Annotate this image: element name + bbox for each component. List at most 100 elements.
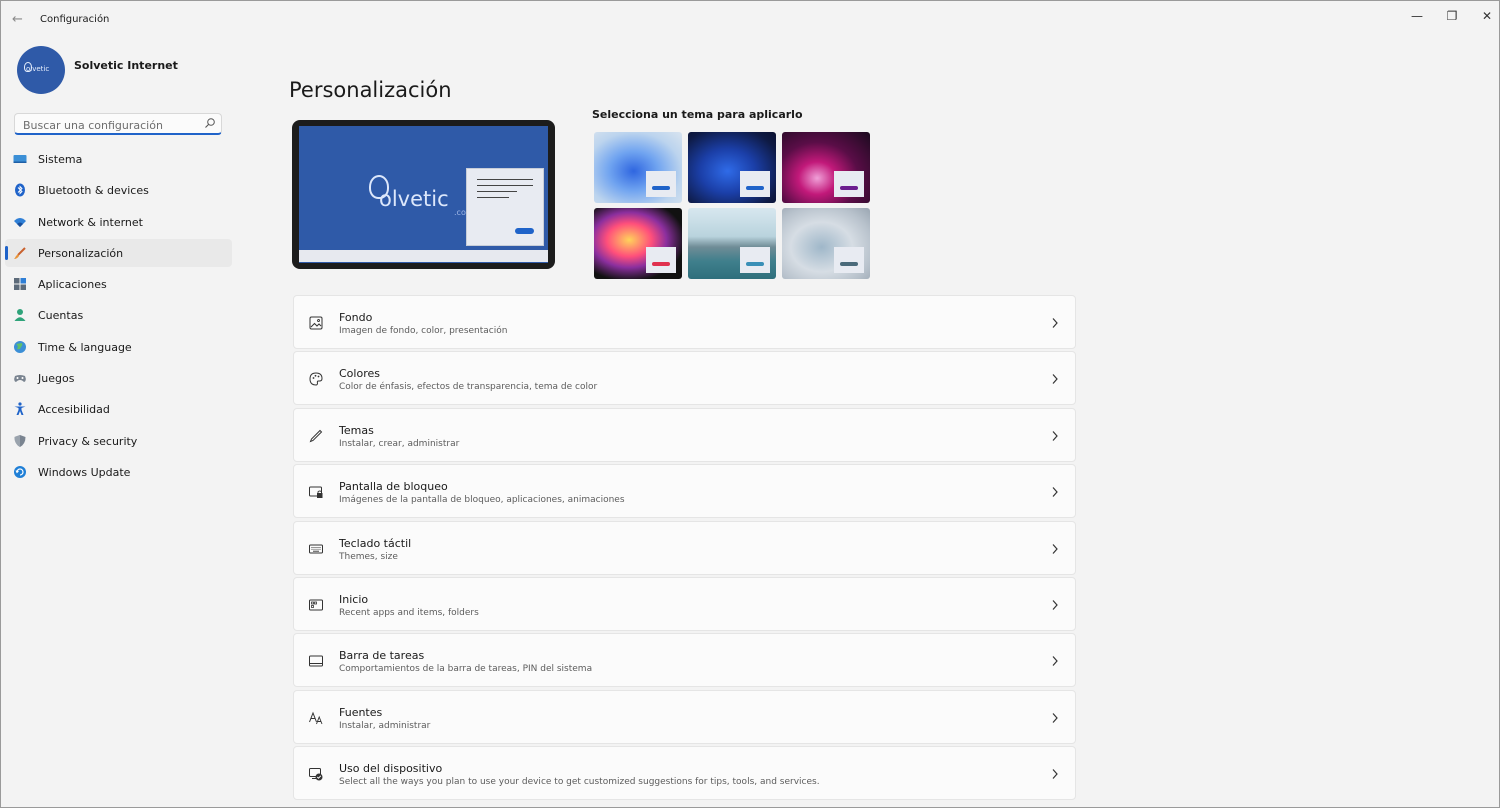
theme-card	[646, 247, 676, 273]
theme-flow[interactable]	[782, 208, 870, 279]
page-title: Personalización	[289, 78, 452, 103]
preview-line	[477, 191, 517, 192]
lock-screen-icon	[309, 486, 323, 499]
setting-title: Colores	[339, 367, 380, 381]
sidebar-item-bluetooth[interactable]: Bluetooth & devices	[5, 176, 232, 204]
sidebar-item-label: Personalización	[38, 246, 124, 260]
setting-subtitle: Themes, size	[339, 551, 398, 562]
theme-card	[740, 171, 770, 197]
setting-subtitle: Color de énfasis, efectos de transparenc…	[339, 382, 598, 393]
minimize-button[interactable]: —	[1401, 7, 1433, 25]
sidebar-item-label: Accesibilidad	[38, 403, 110, 417]
sidebar-item-label: Network & internet	[38, 215, 143, 229]
setting-title: Fuentes	[339, 705, 383, 719]
preview-taskbar	[299, 250, 548, 262]
sidebar-item-windows-update[interactable]: Windows Update	[5, 458, 232, 486]
bluetooth-icon	[15, 183, 25, 197]
preview-line	[477, 179, 533, 180]
theme-accent-bar	[652, 262, 670, 266]
person-icon	[14, 309, 26, 322]
sidebar-item-label: Windows Update	[38, 465, 131, 479]
setting-subtitle: Imagen de fondo, color, presentación	[339, 326, 508, 336]
chevron-right-icon	[1052, 543, 1058, 554]
setting-row-fuentes[interactable]: Fuentes Instalar, administrar	[293, 689, 1076, 744]
setting-row-colores[interactable]: Colores Color de énfasis, efectos de tra…	[293, 351, 1076, 406]
theme-light-bloom[interactable]	[594, 132, 682, 203]
setting-row-temas[interactable]: Temas Instalar, crear, administrar	[293, 407, 1076, 462]
close-button[interactable]: ✕	[1471, 7, 1499, 25]
preview-line	[477, 197, 509, 198]
sidebar-item-sistema[interactable]: Sistema	[5, 145, 232, 173]
title-bar: ← Configuración — ❐ ✕	[1, 1, 1499, 39]
setting-row-barra-tareas[interactable]: Barra de tareas Comportamientos de la ba…	[293, 633, 1076, 688]
themes-label: Selecciona un tema para aplicarlo	[592, 108, 803, 121]
theme-sunrise-lake[interactable]	[688, 208, 776, 279]
sidebar-item-juegos[interactable]: Juegos	[5, 364, 232, 392]
sidebar-item-time-language[interactable]: Time & language	[5, 333, 232, 361]
sidebar-item-label: Privacy & security	[38, 434, 138, 448]
theme-accent-bar	[652, 186, 670, 190]
chevron-right-icon	[1052, 430, 1058, 441]
keyboard-icon	[309, 544, 323, 554]
setting-row-fondo[interactable]: Fondo Imagen de fondo, color, presentaci…	[293, 295, 1076, 349]
chevron-right-icon	[1052, 374, 1058, 385]
sidebar-item-privacy[interactable]: Privacy & security	[5, 427, 232, 455]
preview-brand: olvetic	[379, 187, 449, 211]
theme-preview: olvetic .co	[292, 120, 555, 269]
monitor-icon	[13, 155, 27, 163]
theme-accent-bar	[746, 186, 764, 190]
globe-clock-icon	[14, 340, 26, 353]
image-icon	[309, 316, 323, 330]
sidebar-item-network[interactable]: Network & internet	[5, 208, 232, 236]
themes-grid	[593, 131, 873, 281]
sidebar-item-label: Juegos	[38, 372, 75, 386]
setting-row-teclado-tactil[interactable]: Teclado táctil Themes, size	[293, 520, 1076, 575]
avatar[interactable]: olvetic	[17, 46, 65, 94]
chevron-right-icon	[1052, 656, 1058, 667]
maximize-button[interactable]: ❐	[1436, 7, 1468, 25]
settings-list: Fondo Imagen de fondo, color, presentaci…	[293, 295, 1076, 803]
sidebar-item-aplicaciones[interactable]: Aplicaciones	[5, 270, 232, 298]
taskbar-icon	[309, 655, 323, 667]
setting-row-inicio[interactable]: Inicio Recent apps and items, folders	[293, 576, 1076, 631]
back-arrow-icon[interactable]: ←	[12, 13, 28, 27]
sidebar-item-label: Sistema	[38, 153, 83, 166]
theme-card	[834, 247, 864, 273]
setting-row-uso-dispositivo[interactable]: Uso del dispositivo Select all the ways …	[293, 746, 1076, 801]
setting-title: Inicio	[339, 592, 369, 606]
pen-icon	[309, 429, 323, 443]
sidebar-item-accesibilidad[interactable]: Accesibilidad	[5, 395, 232, 423]
fonts-icon	[309, 711, 323, 724]
sidebar-item-label: Aplicaciones	[38, 278, 107, 292]
theme-accent-bar	[746, 262, 764, 266]
setting-title: Temas	[339, 423, 374, 437]
search-icon[interactable]	[204, 117, 216, 129]
sidebar-item-label: Time & language	[38, 340, 132, 354]
theme-card	[834, 171, 864, 197]
gamepad-icon	[14, 375, 26, 383]
sidebar-item-label: Bluetooth & devices	[38, 184, 149, 198]
shield-icon	[14, 434, 26, 447]
sidebar-item-personalizacion[interactable]: Personalización	[5, 238, 232, 267]
setting-subtitle: Instalar, administrar	[339, 720, 431, 731]
start-icon	[309, 599, 323, 611]
settings-window: ← Configuración — ❐ ✕ olvetic Solvetic I…	[0, 0, 1500, 808]
setting-row-pantalla-bloqueo[interactable]: Pantalla de bloqueo Imágenes de la panta…	[293, 464, 1076, 519]
update-icon	[14, 465, 26, 478]
theme-card	[646, 171, 676, 197]
accessibility-icon	[14, 402, 26, 416]
search-input[interactable]	[21, 116, 205, 134]
chevron-right-icon	[1052, 318, 1058, 328]
sidebar-item-cuentas[interactable]: Cuentas	[5, 301, 232, 329]
theme-glow[interactable]	[782, 132, 870, 203]
setting-title: Pantalla de bloqueo	[339, 480, 448, 494]
theme-accent-bar	[840, 186, 858, 190]
theme-captured-motion[interactable]	[594, 208, 682, 279]
setting-title: Barra de tareas	[339, 649, 425, 663]
device-usage-icon	[309, 768, 323, 781]
chevron-right-icon	[1052, 487, 1058, 498]
search-box[interactable]	[14, 113, 222, 135]
theme-dark-bloom[interactable]	[688, 132, 776, 203]
preview-brand-suffix: .co	[454, 208, 466, 217]
theme-accent-bar	[840, 262, 858, 266]
